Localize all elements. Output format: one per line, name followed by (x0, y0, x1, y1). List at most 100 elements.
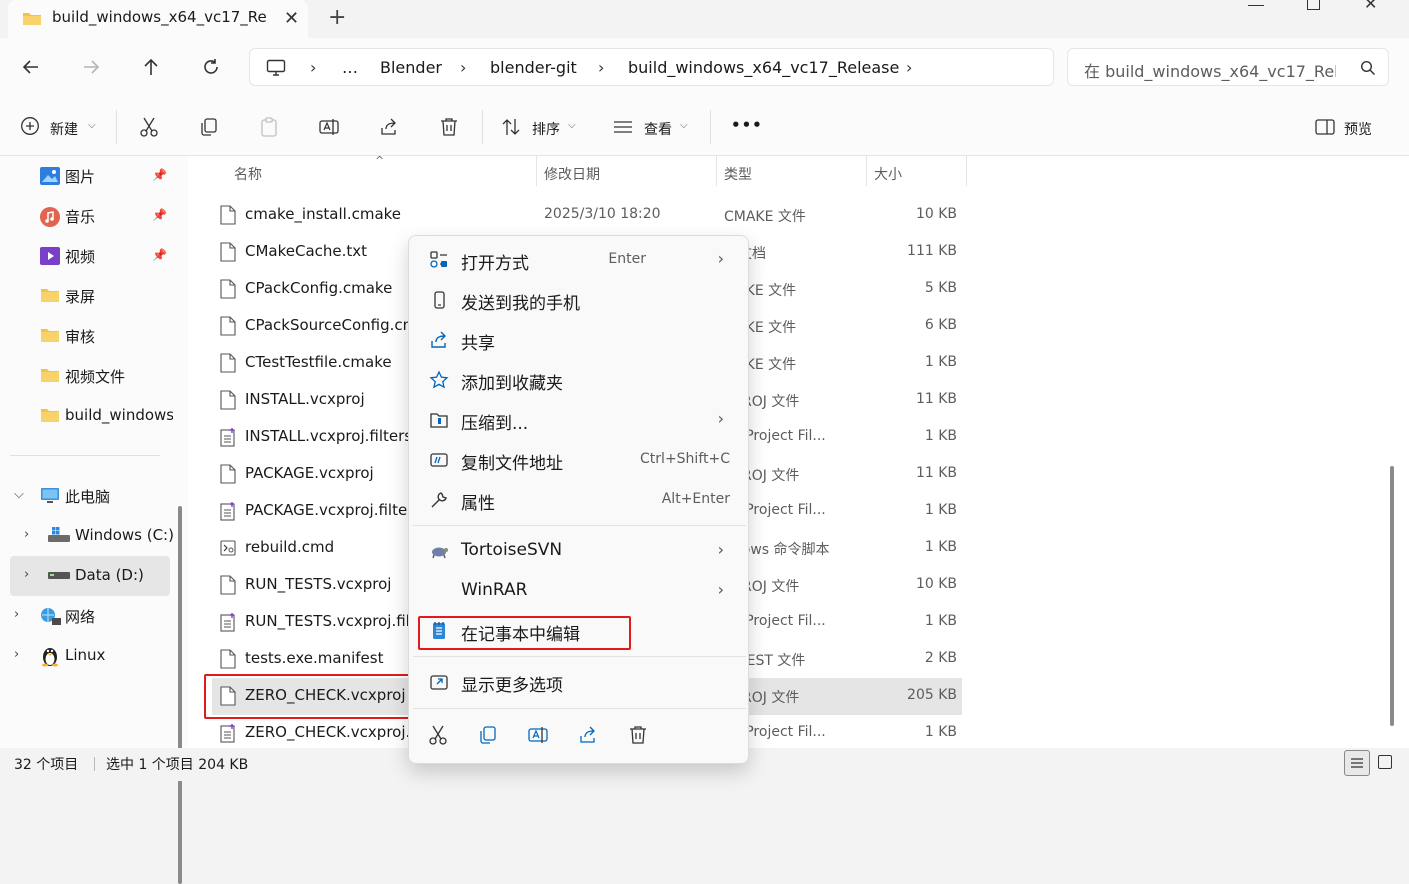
chevron-down-icon[interactable]: ⌵ (88, 120, 96, 131)
cut-icon[interactable] (138, 116, 160, 138)
back-icon[interactable] (20, 56, 42, 78)
breadcrumb-chevron-icon[interactable]: › (310, 58, 316, 77)
menu-item-share[interactable]: 共享 (413, 320, 746, 360)
sidebar-item-videos[interactable]: 视频 📌 (0, 236, 176, 276)
monitor-icon[interactable] (266, 59, 286, 77)
up-icon[interactable] (140, 56, 162, 78)
share-icon (429, 330, 449, 350)
folder-icon (40, 287, 60, 305)
rename-icon[interactable] (527, 724, 551, 748)
new-icon[interactable] (20, 116, 40, 138)
sidebar-item-review[interactable]: 审核 (0, 316, 176, 356)
sort-icon[interactable] (500, 116, 522, 138)
menu-item-shortcut: Alt+Enter (661, 491, 730, 507)
copy-icon[interactable] (198, 116, 220, 138)
sidebar-item-video-files[interactable]: 视频文件 (0, 356, 176, 396)
open-with-icon (429, 250, 449, 270)
menu-item-copy-path[interactable]: 复制文件地址 Ctrl+Shift+C (413, 440, 746, 480)
tab-current[interactable]: build_windows_x64_vc17_Release ✕ (8, 0, 308, 38)
cut-icon[interactable] (427, 724, 451, 748)
breadcrumb-overflow[interactable]: … (342, 58, 358, 77)
address-bar[interactable]: › … Blender › blender-git › build_window… (249, 48, 1054, 86)
menu-item-add-to-favorites[interactable]: 添加到收藏夹 (413, 360, 746, 400)
more-options-button[interactable]: ••• (731, 116, 763, 134)
tab-title: build_windows_x64_vc17_Release (52, 8, 267, 26)
delete-icon[interactable] (438, 116, 460, 138)
new-tab-button[interactable]: + (328, 5, 346, 30)
minimize-icon[interactable] (1248, 0, 1264, 6)
sidebar-item-data-d[interactable]: › Data (D:) (10, 556, 170, 596)
sidebar-item-build-windows[interactable]: build_windows (0, 396, 176, 436)
breadcrumb-chevron-icon[interactable]: › (906, 58, 912, 77)
chevron-right-icon[interactable]: › (24, 527, 29, 542)
breadcrumb-build-folder[interactable]: build_windows_x64_vc17_Release (628, 58, 899, 77)
menu-item-open-with[interactable]: 打开方式 Enter › (413, 240, 746, 280)
navigation-bar: › … Blender › blender-git › build_window… (0, 38, 1409, 98)
sidebar-item-linux[interactable]: › Linux (0, 636, 176, 676)
breadcrumb-chevron-icon[interactable]: › (598, 58, 604, 77)
share-icon[interactable] (378, 116, 400, 138)
search-box[interactable]: 在 build_windows_x64_vc17_Release 中搜索 (1067, 48, 1389, 86)
breadcrumb-blender[interactable]: Blender (380, 58, 442, 77)
breadcrumb-blender-git[interactable]: blender-git (490, 58, 577, 77)
command-bar: 新建 ⌵ 排序 ⌵ 查看 ⌵ ••• 预览 (0, 98, 1409, 156)
menu-item-label: 属性 (461, 494, 495, 514)
forward-icon[interactable] (80, 56, 102, 78)
column-divider[interactable] (866, 156, 867, 186)
title-bar: build_windows_x64_vc17_Release ✕ + ✕ (0, 0, 1409, 38)
close-window-icon[interactable]: ✕ (1364, 0, 1377, 13)
chevron-right-icon[interactable]: › (24, 567, 29, 582)
file-row[interactable]: cmake_install.cmake 2025/3/10 18:20 CMAKE … (212, 197, 962, 234)
column-header-type[interactable]: 类型 (724, 164, 752, 184)
chevron-down-icon[interactable]: ⌵ (568, 120, 576, 131)
column-header-date[interactable]: 修改日期 (544, 164, 600, 184)
sidebar-item-this-pc[interactable]: ⌵ 此电脑 (0, 476, 176, 516)
menu-item-tortoisesvn[interactable]: TortoiseSVN › (413, 531, 746, 571)
new-button[interactable]: 新建 (50, 119, 78, 139)
file-date: 2025/3/10 18:20 (544, 206, 661, 222)
copy-icon[interactable] (477, 724, 501, 748)
file-size: 111 KB (907, 243, 957, 259)
pin-icon[interactable]: 📌 (152, 208, 167, 222)
menu-item-winrar[interactable]: WinRAR › (413, 571, 746, 611)
column-divider[interactable] (716, 156, 717, 186)
delete-icon[interactable] (627, 724, 651, 748)
sidebar-scrollbar[interactable] (178, 506, 182, 884)
column-divider[interactable] (966, 156, 967, 186)
close-tab-icon[interactable]: ✕ (284, 8, 299, 29)
paste-icon[interactable] (258, 116, 280, 138)
sidebar-item-pictures[interactable]: 图片 📌 (0, 156, 176, 196)
sidebar-item-recordings[interactable]: 录屏 (0, 276, 176, 316)
sidebar-item-music[interactable]: 音乐 📌 (0, 196, 176, 236)
menu-item-send-to-phone[interactable]: 发送到我的手机 (413, 280, 746, 320)
tiles-view-icon[interactable] (1378, 755, 1392, 769)
pin-icon[interactable]: 📌 (152, 248, 167, 262)
pin-icon[interactable]: 📌 (152, 168, 167, 182)
column-header-name[interactable]: 名称 (234, 164, 262, 184)
chevron-right-icon[interactable]: › (14, 607, 19, 622)
chevron-down-icon[interactable]: ⌵ (680, 120, 688, 131)
column-header-size[interactable]: 大小 (874, 164, 902, 184)
menu-divider (413, 525, 746, 526)
folder-icon (22, 10, 42, 26)
menu-item-properties[interactable]: 属性 Alt+Enter (413, 480, 746, 520)
sidebar-item-windows-c[interactable]: › Windows (C:) (0, 516, 176, 556)
preview-pane-button[interactable]: 预览 (1344, 119, 1372, 139)
file-list-scrollbar[interactable] (1390, 466, 1394, 726)
refresh-icon[interactable] (200, 56, 222, 78)
view-icon[interactable] (612, 116, 634, 138)
menu-item-compress-to[interactable]: 压缩到... › (413, 400, 746, 440)
details-view-icon[interactable] (1344, 750, 1370, 776)
breadcrumb-chevron-icon[interactable]: › (460, 58, 466, 77)
sort-button[interactable]: 排序 (532, 119, 560, 139)
share-icon[interactable] (577, 724, 601, 748)
sidebar-item-network[interactable]: › 网络 (0, 596, 176, 636)
chevron-right-icon[interactable]: › (14, 647, 19, 662)
maximize-icon[interactable] (1307, 0, 1320, 10)
menu-item-show-more-options[interactable]: 显示更多选项 (413, 662, 746, 702)
preview-pane-icon[interactable] (1314, 116, 1336, 138)
view-button[interactable]: 查看 (644, 119, 672, 139)
chevron-down-icon[interactable]: ⌵ (14, 487, 24, 502)
rename-icon[interactable] (318, 116, 340, 138)
column-divider[interactable] (536, 156, 537, 186)
